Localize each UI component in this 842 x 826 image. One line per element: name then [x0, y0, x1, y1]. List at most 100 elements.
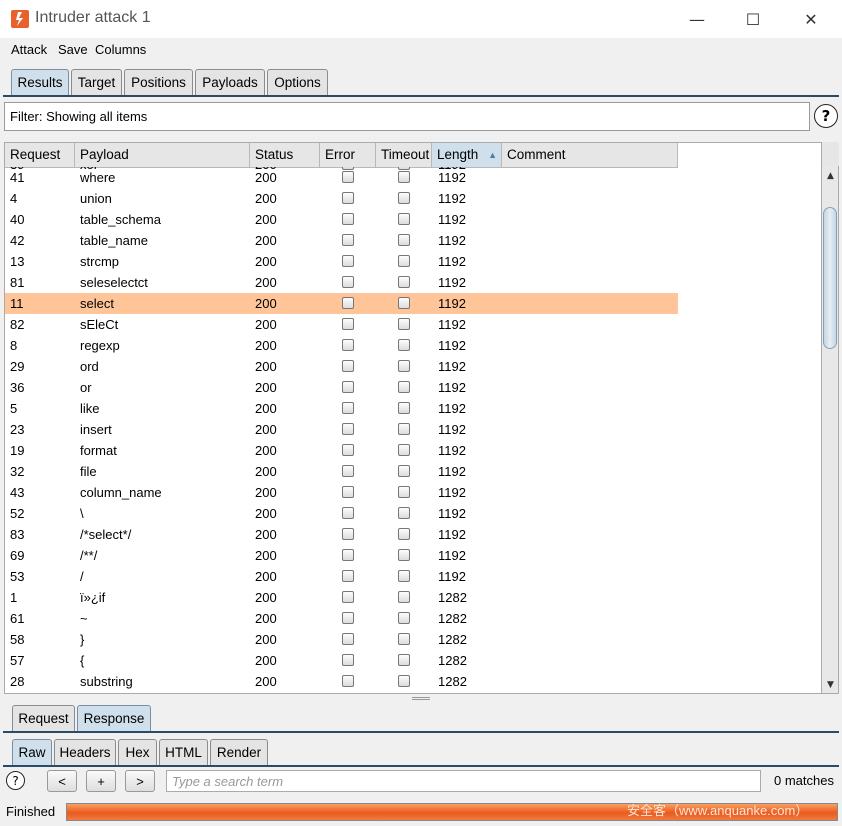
checkbox-error[interactable]: [342, 633, 354, 645]
table-row[interactable]: 83 /*select*/ 200 1192: [5, 524, 678, 545]
checkbox-error[interactable]: [342, 297, 354, 309]
table-row[interactable]: 81 seleselectct 200 1192: [5, 272, 678, 293]
table-row[interactable]: 36 or 200 1192: [5, 377, 678, 398]
checkbox-timeout[interactable]: [398, 297, 410, 309]
table-row[interactable]: 29 ord 200 1192: [5, 356, 678, 377]
checkbox-error[interactable]: [342, 171, 354, 183]
checkbox-timeout[interactable]: [398, 339, 410, 351]
checkbox-error[interactable]: [342, 444, 354, 456]
checkbox-timeout[interactable]: [398, 318, 410, 330]
tab-html[interactable]: HTML: [159, 739, 208, 765]
maximize-button[interactable]: ☐: [725, 0, 781, 38]
checkbox-timeout[interactable]: [398, 612, 410, 624]
checkbox-timeout[interactable]: [398, 255, 410, 267]
checkbox-error[interactable]: [342, 276, 354, 288]
checkbox-error[interactable]: [342, 402, 354, 414]
checkbox-timeout[interactable]: [398, 192, 410, 204]
checkbox-timeout[interactable]: [398, 654, 410, 666]
checkbox-timeout[interactable]: [398, 360, 410, 372]
help-icon[interactable]: ?: [6, 771, 25, 790]
table-row[interactable]: 57 {200 1282: [5, 650, 678, 671]
checkbox-error[interactable]: [342, 486, 354, 498]
split-pane-handle[interactable]: [412, 697, 430, 700]
checkbox-error[interactable]: [342, 360, 354, 372]
checkbox-timeout[interactable]: [398, 381, 410, 393]
close-button[interactable]: ✕: [783, 0, 839, 38]
add-search-button[interactable]: +: [86, 770, 116, 792]
table-row[interactable]: 69 /**/ 200 1192: [5, 545, 678, 566]
table-row[interactable]: 32 file 200 1192: [5, 461, 678, 482]
table-row[interactable]: 1 ï»¿if 200 1282: [5, 587, 678, 608]
checkbox-error[interactable]: [342, 234, 354, 246]
checkbox-timeout[interactable]: [398, 402, 410, 414]
table-row-selected[interactable]: 11 select 200 1192: [5, 293, 678, 314]
menu-attack[interactable]: Attack: [11, 42, 47, 57]
checkbox-error[interactable]: [342, 675, 354, 687]
previous-match-button[interactable]: <: [47, 770, 77, 792]
search-input[interactable]: [166, 770, 761, 792]
column-header-request[interactable]: Request: [5, 143, 75, 167]
tab-target[interactable]: Target: [71, 69, 122, 95]
tab-response[interactable]: Response: [77, 705, 151, 731]
checkbox-error[interactable]: [342, 381, 354, 393]
column-header-status[interactable]: Status: [250, 143, 320, 167]
checkbox-timeout[interactable]: [398, 171, 410, 183]
checkbox-timeout[interactable]: [398, 633, 410, 645]
table-row[interactable]: 40 table_schema 200 1192: [5, 209, 678, 230]
scroll-thumb[interactable]: [823, 207, 837, 349]
table-row[interactable]: 5 like 200 1192: [5, 398, 678, 419]
checkbox-error[interactable]: [342, 591, 354, 603]
table-row[interactable]: 28 substring 200 1282: [5, 671, 678, 692]
tab-options[interactable]: Options: [267, 69, 328, 95]
column-header-length[interactable]: Length ▲: [432, 143, 502, 167]
table-row[interactable]: 58} 200 1282: [5, 629, 678, 650]
checkbox-timeout[interactable]: [398, 675, 410, 687]
results-table[interactable]: Request Payload Status Error Timeout Len…: [4, 142, 822, 694]
column-header-payload[interactable]: Payload: [75, 143, 250, 167]
column-header-error[interactable]: Error: [320, 143, 376, 167]
checkbox-timeout[interactable]: [398, 507, 410, 519]
checkbox-timeout[interactable]: [398, 465, 410, 477]
checkbox-error[interactable]: [342, 339, 354, 351]
tab-hex[interactable]: Hex: [118, 739, 157, 765]
checkbox-error[interactable]: [342, 654, 354, 666]
table-row[interactable]: 61 ~200 1282: [5, 608, 678, 629]
table-row[interactable]: 82 sEleCt 200 1192: [5, 314, 678, 335]
checkbox-error[interactable]: [342, 570, 354, 582]
checkbox-error[interactable]: [342, 612, 354, 624]
checkbox-error[interactable]: [342, 528, 354, 540]
checkbox-error[interactable]: [342, 465, 354, 477]
tab-raw[interactable]: Raw: [12, 739, 52, 765]
table-row[interactable]: 41 where 200 1192: [5, 167, 678, 188]
tab-payloads[interactable]: Payloads: [195, 69, 265, 95]
checkbox-timeout[interactable]: [398, 213, 410, 225]
checkbox-error[interactable]: [342, 507, 354, 519]
table-row[interactable]: 8 regexp 200 1192: [5, 335, 678, 356]
scroll-up-arrow-icon[interactable]: ▲: [822, 167, 839, 185]
tab-results[interactable]: Results: [11, 69, 69, 95]
checkbox-error[interactable]: [342, 318, 354, 330]
table-row[interactable]: 13 strcmp 200 1192: [5, 251, 678, 272]
filter-bar[interactable]: Filter: Showing all items: [4, 102, 810, 131]
table-row[interactable]: 4 union 200 1192: [5, 188, 678, 209]
next-match-button[interactable]: >: [125, 770, 155, 792]
menu-save[interactable]: Save: [58, 42, 88, 57]
help-icon[interactable]: ?: [814, 104, 838, 128]
checkbox-timeout[interactable]: [398, 486, 410, 498]
tab-request[interactable]: Request: [12, 705, 75, 731]
table-row[interactable]: 23 insert 200 1192: [5, 419, 678, 440]
table-row[interactable]: 53 / 200 1192: [5, 566, 678, 587]
checkbox-timeout[interactable]: [398, 549, 410, 561]
checkbox-error[interactable]: [342, 423, 354, 435]
checkbox-timeout[interactable]: [398, 276, 410, 288]
checkbox-error[interactable]: [342, 213, 354, 225]
table-row[interactable]: 43 column_name 200 1192: [5, 482, 678, 503]
checkbox-timeout[interactable]: [398, 423, 410, 435]
tab-render[interactable]: Render: [210, 739, 268, 765]
checkbox-timeout[interactable]: [398, 234, 410, 246]
checkbox-error[interactable]: [342, 549, 354, 561]
menu-columns[interactable]: Columns: [95, 42, 146, 57]
column-header-timeout[interactable]: Timeout: [376, 143, 432, 167]
column-header-comment[interactable]: Comment: [502, 143, 678, 167]
table-row[interactable]: 52 \ 200 1192: [5, 503, 678, 524]
